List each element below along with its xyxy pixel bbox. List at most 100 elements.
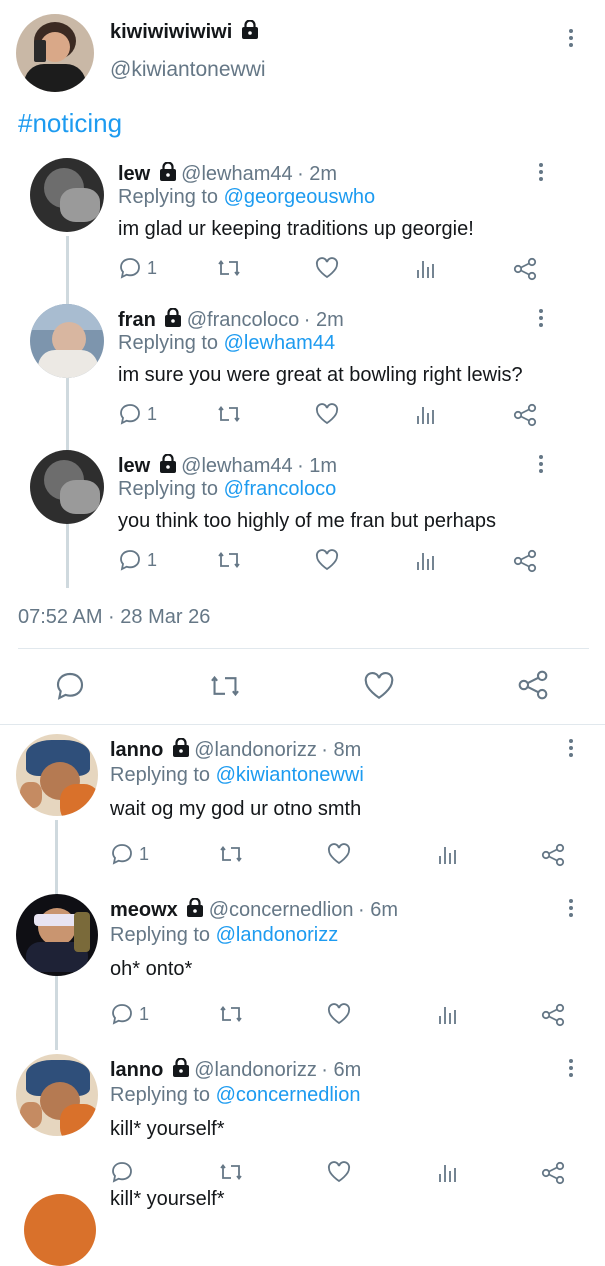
reply-text: im glad ur keeping traditions up georgie…: [118, 218, 474, 240]
reply-avatar[interactable]: [16, 734, 98, 816]
reply-avatar[interactable]: [30, 158, 104, 232]
retweet-icon: [218, 842, 244, 866]
more-vertical-icon[interactable]: [537, 160, 545, 184]
retweet-icon: [216, 402, 242, 426]
replying-to-link[interactable]: @francoloco: [224, 478, 337, 500]
share-button[interactable]: [512, 402, 538, 428]
reply-button[interactable]: 1: [110, 1002, 149, 1026]
speech-bubble-icon: [118, 402, 142, 426]
reply-button[interactable]: 1: [118, 548, 157, 572]
share-icon: [512, 402, 538, 428]
heart-icon: [314, 548, 340, 572]
share-button[interactable]: [512, 548, 538, 574]
reply-time: · 2m: [297, 163, 338, 185]
reply-text: oh* onto*: [110, 958, 193, 980]
views-button[interactable]: [414, 256, 438, 280]
reply-avatar[interactable]: [30, 304, 104, 378]
reply-handle[interactable]: @landonorizz: [194, 1059, 317, 1081]
reply-button[interactable]: 1: [110, 842, 149, 866]
reply-header: lew @lewham44 · 1m: [118, 453, 337, 479]
reply-handle[interactable]: @lewham44: [181, 163, 292, 185]
replying-to: Replying to @georgeouswho: [118, 186, 375, 209]
main-avatar[interactable]: [16, 14, 94, 92]
main-display-name[interactable]: kiwiwiwiwiwi: [110, 21, 232, 43]
replying-to-link[interactable]: @landonorizz: [216, 924, 339, 946]
replying-to-link[interactable]: @concernedlion: [216, 1084, 361, 1106]
retweet-button[interactable]: [218, 1002, 244, 1026]
main-retweet-button[interactable]: [208, 670, 242, 702]
retweet-button[interactable]: [218, 842, 244, 866]
reply-handle[interactable]: @lewham44: [181, 455, 292, 477]
reply-name[interactable]: lew: [118, 455, 150, 477]
reply-time: · 2m: [303, 309, 344, 331]
views-button[interactable]: [436, 1002, 460, 1026]
reply-name[interactable]: lanno: [110, 739, 163, 761]
share-button[interactable]: [540, 1002, 566, 1028]
speech-bubble-icon: [118, 256, 142, 280]
views-button[interactable]: [414, 402, 438, 426]
reply-header: fran @francoloco · 2m: [118, 307, 344, 333]
more-vertical-icon[interactable]: [537, 306, 545, 330]
like-button[interactable]: [314, 548, 340, 572]
more-vertical-icon[interactable]: [567, 896, 575, 920]
replying-to-link[interactable]: @kiwiantonewwi: [216, 764, 364, 786]
retweet-button[interactable]: [216, 256, 242, 280]
reply-name[interactable]: lanno: [110, 1059, 163, 1081]
views-button[interactable]: [436, 1160, 460, 1184]
speech-bubble-icon: [118, 548, 142, 572]
main-share-button[interactable]: [516, 668, 550, 702]
lock-icon: [159, 161, 177, 187]
reply-button[interactable]: [110, 1160, 139, 1184]
like-button[interactable]: [326, 1002, 352, 1026]
main-reply-button[interactable]: [54, 670, 86, 702]
like-button[interactable]: [314, 402, 340, 426]
bar-chart-icon: [436, 842, 460, 866]
speech-bubble-icon: [110, 1002, 134, 1026]
reply-name[interactable]: lew: [118, 163, 150, 185]
reply-time: · 6m: [358, 899, 399, 921]
reply-handle[interactable]: @landonorizz: [194, 739, 317, 761]
share-button[interactable]: [540, 842, 566, 868]
reply-button[interactable]: 1: [118, 402, 157, 426]
main-like-button[interactable]: [362, 670, 396, 702]
divider: [18, 648, 589, 649]
reply-handle[interactable]: @concernedlion: [209, 899, 354, 921]
reply-avatar[interactable]: [30, 450, 104, 524]
reply-name[interactable]: fran: [118, 309, 156, 331]
more-vertical-icon[interactable]: [567, 1056, 575, 1080]
replying-to-label: Replying to: [110, 764, 211, 786]
reply-avatar[interactable]: [16, 1054, 98, 1136]
retweet-icon: [216, 548, 242, 572]
reply-count: 1: [139, 843, 150, 864]
like-button[interactable]: [314, 256, 340, 280]
reply-text: you think too highly of me fran but perh…: [118, 510, 497, 532]
hashtag-link[interactable]: #noticing: [18, 108, 122, 139]
reply-button[interactable]: 1: [118, 256, 157, 280]
replying-to: Replying to @francoloco: [118, 478, 336, 501]
retweet-button[interactable]: [218, 1160, 244, 1184]
share-button[interactable]: [512, 256, 538, 282]
more-vertical-icon[interactable]: [537, 452, 545, 476]
more-vertical-icon[interactable]: [567, 736, 575, 760]
reply-text: wait og my god ur otno smth: [110, 798, 362, 820]
like-button[interactable]: [326, 842, 352, 866]
reply-handle[interactable]: @francoloco: [187, 309, 300, 331]
views-button[interactable]: [414, 548, 438, 572]
replying-to-label: Replying to: [110, 1084, 211, 1106]
bar-chart-icon: [414, 548, 438, 572]
share-button[interactable]: [540, 1160, 566, 1186]
like-button[interactable]: [326, 1160, 352, 1184]
reply-name[interactable]: meowx: [110, 899, 178, 921]
reply-count: 1: [147, 549, 158, 570]
share-icon: [516, 668, 550, 702]
retweet-button[interactable]: [216, 402, 242, 426]
retweet-button[interactable]: [216, 548, 242, 572]
replying-to-link[interactable]: @georgeouswho: [224, 186, 376, 208]
views-button[interactable]: [436, 842, 460, 866]
heart-icon: [326, 1160, 352, 1184]
more-vertical-icon[interactable]: [567, 26, 575, 50]
bar-chart-icon: [436, 1160, 460, 1184]
replying-to-link[interactable]: @lewham44: [224, 332, 335, 354]
reply-avatar[interactable]: [16, 894, 98, 976]
main-handle[interactable]: @kiwiantonewwi: [110, 58, 266, 82]
